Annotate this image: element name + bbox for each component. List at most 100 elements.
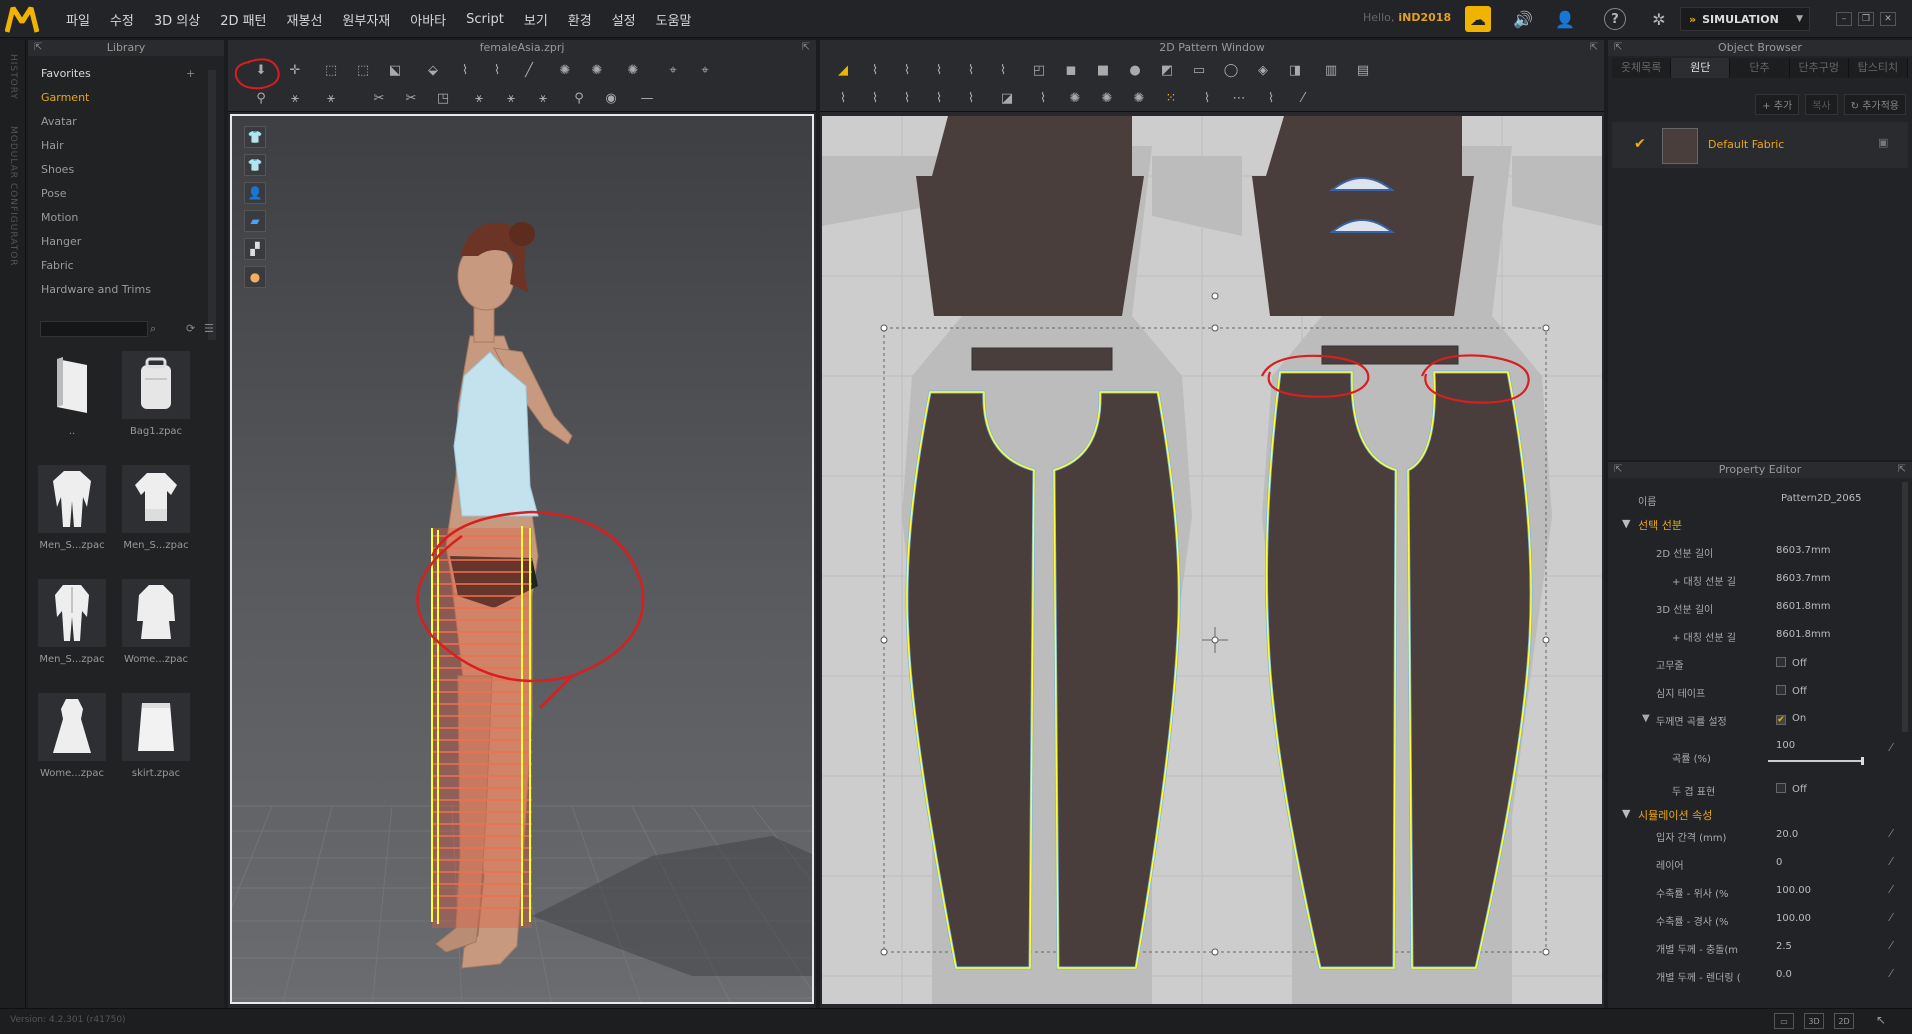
ruler-icon[interactable]: ⌇	[1196, 88, 1218, 108]
pin-icon[interactable]: ⇱	[1614, 40, 1622, 56]
menu-file[interactable]: 파일	[56, 10, 100, 29]
maximize-button[interactable]: ❐	[1858, 12, 1874, 26]
library-item[interactable]: Bag1.zpac	[114, 350, 198, 460]
garment-icon[interactable]: ✺	[586, 60, 608, 80]
tree-item-motion[interactable]: Motion	[28, 206, 224, 230]
expand-icon[interactable]: ⇱	[1898, 462, 1906, 478]
menu-help[interactable]: 도움말	[646, 10, 702, 29]
tack-icon[interactable]: ⌇	[486, 60, 508, 80]
brush-icon[interactable]: ✺	[554, 60, 576, 80]
cloud-icon[interactable]: ☁	[1465, 6, 1491, 32]
elastic-checkbox[interactable]: Off	[1776, 657, 1807, 669]
fabric-menu-icon[interactable]: ▣	[1878, 136, 1888, 149]
prop-value[interactable]: 100.00	[1776, 885, 1811, 896]
segment-sewing-icon[interactable]: ⌇	[864, 88, 886, 108]
edit-curve-icon[interactable]: ⌇	[896, 60, 918, 80]
rectangle-icon[interactable]: ■	[1092, 60, 1114, 80]
3d-view-button[interactable]: 3D	[1804, 1013, 1824, 1029]
list-view-icon[interactable]: ☰	[204, 322, 214, 335]
section-selected-segment[interactable]: ▼ 선택 선분	[1608, 512, 1892, 534]
zip-icon[interactable]: ⚲	[568, 88, 590, 108]
expand-icon[interactable]: ⇱	[802, 40, 810, 56]
internal-circle-icon[interactable]: ◯	[1220, 60, 1242, 80]
edit-point-icon[interactable]: ⌇	[864, 60, 886, 80]
tab-topstitch[interactable]: 탑스티치	[1848, 58, 1909, 78]
search-icon[interactable]: ⌕	[150, 322, 156, 336]
prop-value[interactable]: 100.00	[1776, 913, 1811, 924]
prop-value[interactable]: 0.0	[1776, 969, 1792, 980]
apply-button[interactable]: ↻ 추가적용	[1843, 94, 1906, 115]
tree-item-fabric[interactable]: Fabric	[28, 254, 224, 278]
edit-icon[interactable]: ⁄	[1890, 967, 1892, 980]
tree-item-hair[interactable]: Hair	[28, 134, 224, 158]
edit-icon[interactable]: ⁄	[1890, 827, 1892, 840]
tree-item-pose[interactable]: Pose	[28, 182, 224, 206]
menu-2d-pattern[interactable]: 2D 패턴	[210, 10, 276, 29]
tree-item-favorites[interactable]: Favorites +	[28, 62, 224, 86]
edit-icon[interactable]: ⁄	[1890, 855, 1892, 868]
steam-icon[interactable]: ✺	[622, 60, 644, 80]
edit-sewing-icon[interactable]: ⌇	[928, 88, 950, 108]
expand-icon[interactable]: ⇱	[1590, 40, 1598, 56]
tab-buttonhole[interactable]: 단추구멍	[1789, 58, 1849, 78]
tree-item-garment[interactable]: Garment	[28, 86, 224, 110]
prop-value[interactable]: 2.5	[1776, 941, 1792, 952]
pleat-icon[interactable]: ▥	[1320, 60, 1342, 80]
curvature-slider-thumb[interactable]	[1861, 757, 1864, 765]
library-item[interactable]: Men_S...zpac	[30, 464, 114, 574]
prop-value[interactable]: 20.0	[1776, 829, 1798, 840]
puzzle-icon[interactable]: ✲	[1646, 6, 1672, 32]
username[interactable]: iND2018	[1398, 11, 1451, 24]
button-2d-icon[interactable]: ✺	[1064, 88, 1086, 108]
history-tab[interactable]: HISTORY	[8, 54, 18, 100]
tab-button[interactable]: 단추	[1730, 58, 1790, 78]
curvature-slider-track[interactable]	[1768, 757, 1864, 765]
property-scrollbar[interactable]	[1902, 482, 1908, 732]
3d-viewport[interactable]: 👕 👕 👤 ▰ ▞ ●	[230, 114, 814, 1004]
pin-icon[interactable]: ⇱	[1614, 462, 1622, 478]
menu-settings[interactable]: 설정	[602, 10, 646, 29]
refresh-icon[interactable]: ⟳	[186, 322, 195, 335]
edit-pattern-icon[interactable]: ◢	[832, 60, 854, 80]
help-icon[interactable]: ?	[1604, 8, 1626, 30]
pin-tool-icon[interactable]: ⬙	[422, 60, 444, 80]
library-item[interactable]: ..	[30, 350, 114, 460]
edit-curvature-icon[interactable]: ⌇	[960, 60, 982, 80]
point-icon[interactable]: ⌖	[662, 60, 684, 80]
tape-icon[interactable]: ⌖	[694, 60, 716, 80]
internal-rectangle-icon[interactable]: ▭	[1188, 60, 1210, 80]
library-search-input[interactable]	[40, 321, 148, 337]
pin-icon[interactable]: ⇱	[34, 40, 42, 56]
tab-fabric[interactable]: 원단	[1671, 58, 1731, 78]
transform-icon[interactable]: ⬚	[352, 60, 374, 80]
menu-edit[interactable]: 수정	[100, 10, 144, 29]
simulation-mode-select[interactable]: » SIMULATION ▼	[1680, 7, 1810, 31]
length-icon[interactable]: ⌇	[1260, 88, 1282, 108]
add-point-icon[interactable]: ⌇	[992, 60, 1014, 80]
fabric-2d-icon[interactable]: ✺	[1128, 88, 1150, 108]
tree-item-avatar[interactable]: Avatar	[28, 110, 224, 134]
internal-polygon-icon[interactable]: ◩	[1156, 60, 1178, 80]
copy-button[interactable]: 복사	[1805, 94, 1838, 115]
fold-icon[interactable]: ⬕	[384, 60, 406, 80]
tape-checkbox[interactable]: Off	[1776, 685, 1807, 697]
edit-icon[interactable]: ⁄	[1890, 939, 1892, 952]
library-item[interactable]: Wome...zpac	[114, 578, 198, 688]
button-tool-icon[interactable]: ◉	[600, 88, 622, 108]
double-layer-checkbox[interactable]: Off	[1776, 783, 1807, 795]
edit-icon[interactable]: ⁄	[1890, 911, 1892, 924]
menu-3d-garment[interactable]: 3D 의상	[144, 10, 210, 29]
texture-icon[interactable]: ◪	[996, 88, 1018, 108]
trace-icon[interactable]: ◨	[1284, 60, 1306, 80]
scissor-icon[interactable]: ✂	[400, 88, 422, 108]
arrange-point-icon[interactable]: ⚹	[320, 88, 342, 108]
tab-garment-list[interactable]: 옷체목록	[1612, 58, 1672, 78]
deform-icon[interactable]: ⚹	[532, 88, 554, 108]
prop-value[interactable]: 100	[1776, 740, 1795, 751]
tree-item-hardware[interactable]: Hardware and Trims	[28, 278, 224, 302]
transform-pattern-icon[interactable]: ◰	[1028, 60, 1050, 80]
stitch-icon[interactable]: ⌇	[1032, 88, 1054, 108]
tree-item-shoes[interactable]: Shoes	[28, 158, 224, 182]
prop-value[interactable]: 8601.8mm	[1776, 629, 1830, 640]
check-sewing-icon[interactable]: ⌇	[960, 88, 982, 108]
